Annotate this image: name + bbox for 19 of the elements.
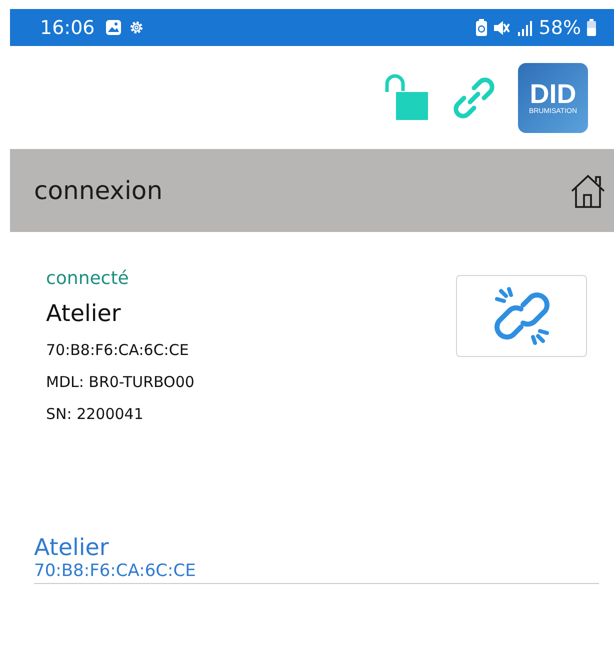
device-list-item[interactable]: Atelier 70:B8:F6:CA:6C:CE [34, 535, 599, 584]
device-name: Atelier [46, 301, 121, 327]
signal-icon [516, 20, 533, 36]
battery-percent: 58% [538, 16, 581, 38]
battery-saver-icon [476, 19, 487, 36]
disconnect-button[interactable] [456, 275, 587, 357]
device-model: MDL: BR0-TURBO00 [46, 373, 194, 391]
mute-icon [492, 20, 511, 36]
connection-status: connecté [46, 268, 129, 289]
device-address: 70:B8:F6:CA:6C:CE [46, 341, 189, 359]
page-title: connexion [34, 176, 163, 205]
battery-icon [587, 19, 596, 36]
home-icon[interactable] [570, 172, 606, 208]
image-icon [104, 19, 122, 36]
logo-title: DID [530, 80, 576, 108]
status-time: 16:06 [40, 16, 95, 38]
device-serial: SN: 2200041 [46, 405, 144, 423]
unlocked-padlock-icon[interactable] [384, 74, 430, 122]
settings-icon [128, 19, 145, 36]
